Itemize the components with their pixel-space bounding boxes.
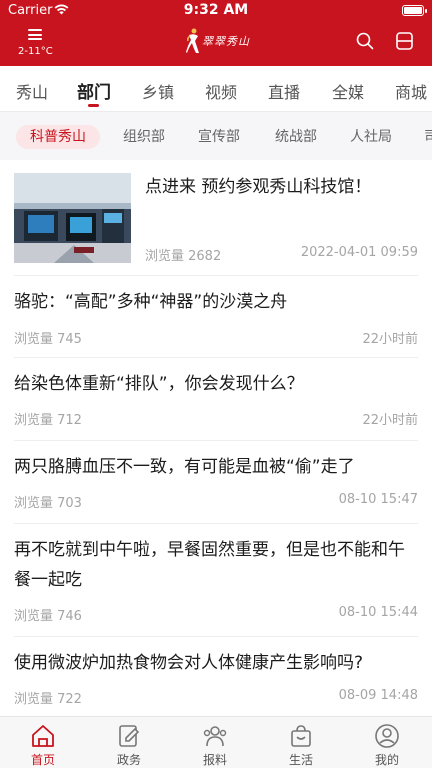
edit-document-icon [119, 725, 140, 747]
subtab-united-front[interactable]: 统战部 [275, 125, 317, 149]
list-item[interactable]: 再不吃就到中午啦，早餐固然重要，但是也不能和午餐一起吃 浏览量 746 08-1… [14, 524, 418, 637]
scan-icon[interactable] [396, 32, 413, 50]
nav-profile[interactable]: 我的 [344, 717, 430, 768]
list-item[interactable]: 两只胳膊血压不一致，有可能是血被“偷”走了 浏览量 703 08-10 15:4… [14, 441, 418, 524]
tab-all-media[interactable]: 全媒 [332, 79, 364, 103]
people-icon [203, 726, 227, 747]
nav-label: 生活 [288, 753, 313, 767]
list-item[interactable]: 点进来 预约参观秀山科技馆！ 浏览量 2682 2022-04-01 09:59 [14, 160, 418, 276]
article-title: 骆驼：“高配”多种“神器”的沙漠之舟 [14, 292, 288, 312]
publish-date: 08-09 14:48 [338, 688, 418, 703]
tab-towns[interactable]: 乡镇 [142, 79, 174, 103]
nav-report[interactable]: 报料 [172, 717, 258, 768]
nav-life[interactable]: 生活 [258, 717, 344, 768]
logo-text: 翠翠秀山 [202, 35, 250, 48]
tab-departments[interactable]: 部门 [77, 78, 111, 103]
subtab-human-resources[interactable]: 人社局 [350, 125, 392, 149]
publish-date: 2022-04-01 09:59 [300, 245, 418, 260]
app-root: Carrier 9:32 AM 2-11°C 翠翠秀山 秀山 部门 乡镇 视频 … [0, 0, 432, 768]
science-museum-image [14, 173, 131, 263]
nav-home[interactable]: 首页 [0, 717, 86, 768]
view-count: 浏览量 712 [14, 413, 82, 428]
view-count: 浏览量 722 [14, 692, 82, 707]
article-title: 使用微波炉加热食物会对人体健康产生影响吗? [14, 653, 364, 673]
publish-date: 08-10 15:47 [338, 492, 418, 507]
status-bar: Carrier 9:32 AM [0, 0, 432, 22]
list-item[interactable]: 给染色体重新“排队”，你会发现什么？ 浏览量 712 22小时前 [14, 358, 418, 441]
nav-label: 我的 [374, 753, 399, 767]
publish-date: 08-10 15:44 [338, 605, 418, 620]
user-icon [375, 724, 399, 748]
search-icon[interactable] [356, 32, 374, 50]
view-count: 浏览量 745 [14, 332, 82, 347]
nav-label: 首页 [30, 753, 55, 767]
article-title: 再不吃就到中午啦，早餐固然重要，但是也不能和午餐一起吃 [14, 540, 405, 590]
view-count: 浏览量 703 [14, 496, 82, 511]
app-header: Carrier 9:32 AM 2-11°C 翠翠秀山 [0, 0, 432, 66]
battery-icon [402, 5, 427, 16]
status-time: 9:32 AM [183, 2, 249, 18]
shopping-bag-icon [291, 725, 311, 747]
tab-video[interactable]: 视频 [205, 79, 237, 103]
subtab-organization[interactable]: 组织部 [123, 125, 165, 149]
tab-xiushan[interactable]: 秀山 [16, 79, 48, 103]
subtab-publicity[interactable]: 宣传部 [198, 125, 240, 149]
channel-tabs: 秀山 部门 乡镇 视频 直播 全媒 商城 [0, 66, 432, 112]
app-logo: 翠翠秀山 [186, 26, 250, 56]
tab-live[interactable]: 直播 [268, 79, 300, 103]
publish-date: 22小时前 [362, 332, 418, 347]
home-icon [32, 725, 54, 747]
list-item[interactable]: 骆驼：“高配”多种“神器”的沙漠之舟 浏览量 745 22小时前 [14, 276, 418, 358]
publish-date: 22小时前 [362, 413, 418, 428]
dancer-logo-icon [186, 28, 199, 53]
article-thumbnail [14, 173, 131, 263]
list-item[interactable]: 使用微波炉加热食物会对人体健康产生影响吗? 浏览量 722 08-09 14:4… [14, 637, 418, 716]
article-title: 给染色体重新“排队”，你会发现什么？ [14, 374, 304, 394]
active-tab-indicator [88, 104, 99, 107]
subtab-science[interactable]: 科普秀山 [16, 125, 100, 149]
menu-icon[interactable] [28, 29, 42, 40]
nav-government[interactable]: 政务 [86, 717, 172, 768]
view-count: 浏览量 746 [14, 609, 82, 624]
tab-mall[interactable]: 商城 [395, 79, 427, 103]
view-count: 浏览量 2682 [145, 249, 222, 264]
nav-label: 政务 [116, 753, 141, 767]
article-title: 点进来 预约参观秀山科技馆！ [145, 177, 372, 197]
nav-label: 报料 [202, 753, 227, 767]
article-list: 点进来 预约参观秀山科技馆！ 浏览量 2682 2022-04-01 09:59… [0, 160, 432, 716]
subtab-overflow[interactable]: 司 [424, 125, 432, 149]
weather-label: 2-11°C [18, 46, 53, 57]
department-subtabs: 科普秀山 组织部 宣传部 统战部 人社局 司 [0, 112, 432, 160]
bottom-nav: 首页 政务 报料 生活 我的 [0, 716, 432, 768]
article-title: 两只胳膊血压不一致，有可能是血被“偷”走了 [14, 457, 355, 477]
